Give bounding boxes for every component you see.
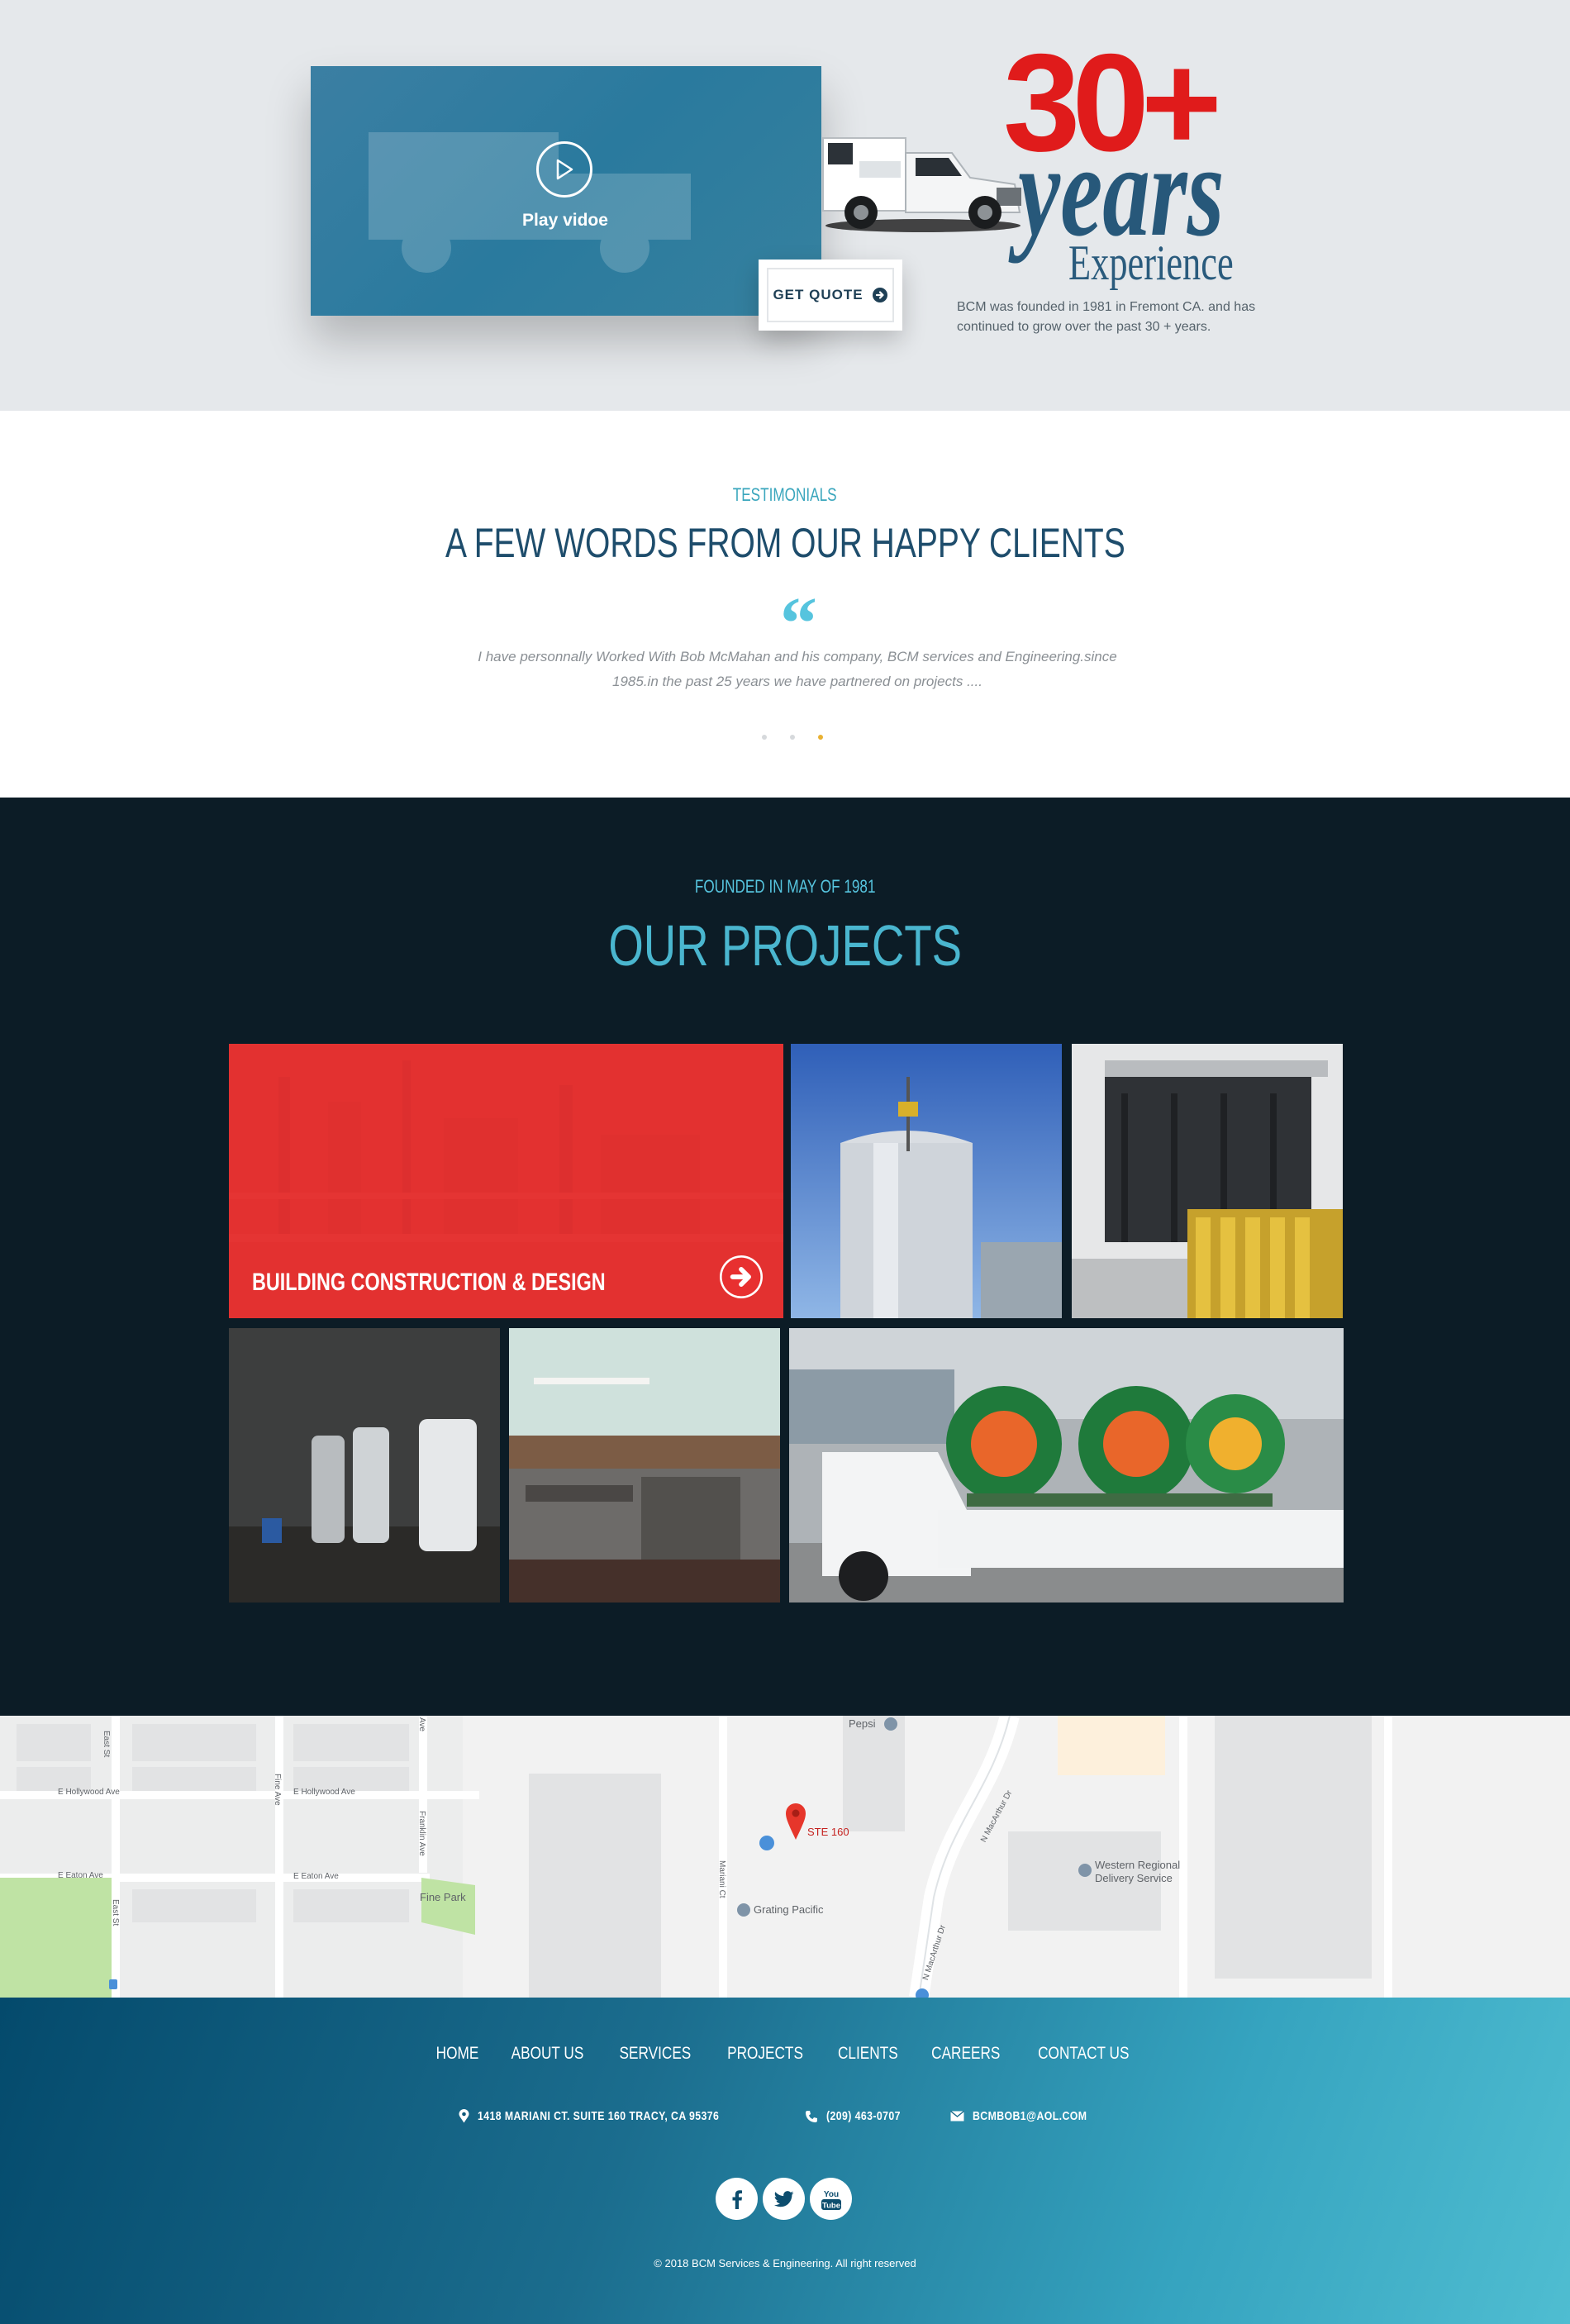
youtube-icon: You Tube: [821, 2190, 841, 2210]
get-quote-label: GET QUOTE: [773, 287, 864, 302]
footer-nav-projects[interactable]: PROJECTS: [727, 2044, 803, 2064]
footer-nav: HOME ABOUT US SERVICES PROJECTS CLIENTS …: [0, 2044, 1570, 2064]
footer-phone-text: (209) 463-0707: [826, 2109, 901, 2123]
map-label-e-eaton-ave-2: E Eaton Ave: [293, 1872, 339, 1881]
map-pin-icon: [459, 2109, 469, 2123]
map-label-ste-160: STE 160: [807, 1826, 849, 1838]
project-arrow-button[interactable]: [720, 1255, 763, 1298]
twitter-icon: [773, 2190, 793, 2207]
testimonial-dot-3[interactable]: [818, 735, 823, 740]
projects-eyebrow: FOUNDED IN MAY OF 1981: [0, 876, 1570, 898]
hero-section: Play vidoe GET QUOTE 30+ years Experienc…: [0, 0, 1570, 411]
footer-contact-info: 1418 MARIANI CT. SUITE 160 TRACY, CA 953…: [0, 2109, 1570, 2123]
map-label-delivery-service: Delivery Service: [1095, 1872, 1173, 1884]
map-label-western-regional: Western Regional: [1095, 1859, 1181, 1871]
storage-tank-image: [791, 1044, 1062, 1318]
footer-social-links: You Tube: [716, 2178, 852, 2220]
hero-description: BCM was founded in 1981 in Fremont CA. a…: [957, 300, 1256, 334]
map-label-ave: Ave: [417, 1717, 426, 1732]
project-tile-storage-tank[interactable]: [791, 1044, 1062, 1318]
arrow-circle-right-icon: [872, 288, 887, 302]
testimonials-title: A FEW WORDS FROM OUR HAPPY CLIENTS: [0, 519, 1570, 567]
hose-reels-truck-image: [789, 1328, 1344, 1603]
phone-icon: [806, 2110, 817, 2122]
twitter-link[interactable]: [763, 2178, 805, 2220]
footer-nav-home[interactable]: HOME: [435, 2044, 478, 2064]
get-quote-button[interactable]: GET QUOTE: [759, 260, 902, 331]
gas-enclosure-image: [1072, 1044, 1343, 1318]
footer-address-text: 1418 MARIANI CT. SUITE 160 TRACY, CA 953…: [477, 2109, 719, 2123]
project-tile-workshop[interactable]: [509, 1328, 780, 1603]
play-video-button[interactable]: [536, 141, 592, 198]
footer-nav-careers[interactable]: CAREERS: [931, 2044, 1000, 2064]
experience-word: Experience: [1068, 236, 1234, 290]
testimonials-eyebrow-text: TESTIMONIALS: [733, 484, 837, 505]
company-truck-image: [822, 137, 1021, 232]
footer-address: 1418 MARIANI CT. SUITE 160 TRACY, CA 953…: [459, 2109, 772, 2123]
footer-email-text: BCMBOB1@AOL.COM: [972, 2109, 1087, 2123]
map-label-east-st-2: East St: [111, 1899, 120, 1926]
featured-project-caption: BUILDING CONSTRUCTION & DESIGN: [252, 1269, 606, 1296]
testimonials-eyebrow: TESTIMONIALS: [0, 484, 1570, 506]
footer-nav-services[interactable]: SERVICES: [619, 2044, 691, 2064]
workshop-image: [509, 1328, 780, 1603]
map-label-fine-park: Fine Park: [420, 1891, 466, 1903]
location-map[interactable]: Pepsi STE 160 Grating Pacific Western Re…: [0, 1716, 1570, 1998]
facebook-link[interactable]: [716, 2178, 758, 2220]
footer-nav-contact-us[interactable]: CONTACT US: [1038, 2044, 1129, 2064]
map-canvas: [0, 1716, 1570, 1998]
footer-nav-about-us[interactable]: ABOUT US: [511, 2044, 583, 2064]
play-video-label: Play vidoe: [522, 211, 608, 230]
footer-phone[interactable]: (209) 463-0707: [805, 2109, 917, 2123]
testimonial-dot-1[interactable]: [762, 735, 767, 740]
get-quote-frame: GET QUOTE: [767, 268, 894, 322]
testimonials-title-text: A FEW WORDS FROM OUR HAPPY CLIENTS: [445, 520, 1125, 566]
truck-background-image: [369, 132, 691, 273]
map-label-pepsi: Pepsi: [849, 1717, 876, 1730]
testimonial-quote: I have personnally Worked With Bob McMah…: [478, 649, 1117, 689]
project-tile-gas-enclosure[interactable]: [1072, 1044, 1343, 1318]
youtube-link[interactable]: You Tube: [810, 2178, 852, 2220]
project-tile-hose-reels-truck[interactable]: [789, 1328, 1344, 1603]
arrow-circle-right-icon: [721, 1257, 761, 1297]
footer-nav-clients[interactable]: CLIENTS: [837, 2044, 897, 2064]
map-label-grating-pacific: Grating Pacific: [754, 1903, 824, 1916]
map-label-e-eaton-ave-1: E Eaton Ave: [58, 1871, 103, 1880]
testimonial-dot-2[interactable]: [790, 735, 795, 740]
svg-text:You: You: [823, 2190, 838, 2199]
projects-title: OUR PROJECTS: [0, 912, 1570, 979]
testimonial-pagination: [762, 735, 823, 740]
play-icon: [556, 159, 573, 180]
svg-text:Tube: Tube: [822, 2201, 840, 2210]
projects-eyebrow-text: FOUNDED IN MAY OF 1981: [694, 876, 876, 897]
envelope-icon: [949, 2111, 964, 2122]
map-label-franklin-ave: Franklin Ave: [417, 1811, 426, 1856]
map-label-mariani-ct: Mariani Ct: [717, 1860, 726, 1898]
projects-title-text: OUR PROJECTS: [608, 913, 962, 978]
footer-email[interactable]: BCMBOB1@AOL.COM: [949, 2109, 1112, 2123]
map-label-e-hollywood-ave-1: E Hollywood Ave: [58, 1788, 120, 1797]
facebook-icon: [732, 2189, 742, 2209]
project-tile-dewars[interactable]: [229, 1328, 500, 1603]
project-tile-building-construction[interactable]: BUILDING CONSTRUCTION & DESIGN: [229, 1044, 783, 1318]
dewar-tanks-image: [229, 1328, 500, 1603]
footer-copyright: © 2018 BCM Services & Engineering. All r…: [654, 2257, 916, 2269]
map-label-east-st-1: East St: [102, 1731, 111, 1758]
map-label-fine-ave: Fine Ave: [273, 1774, 282, 1806]
map-label-e-hollywood-ave-2: E Hollywood Ave: [293, 1788, 355, 1797]
